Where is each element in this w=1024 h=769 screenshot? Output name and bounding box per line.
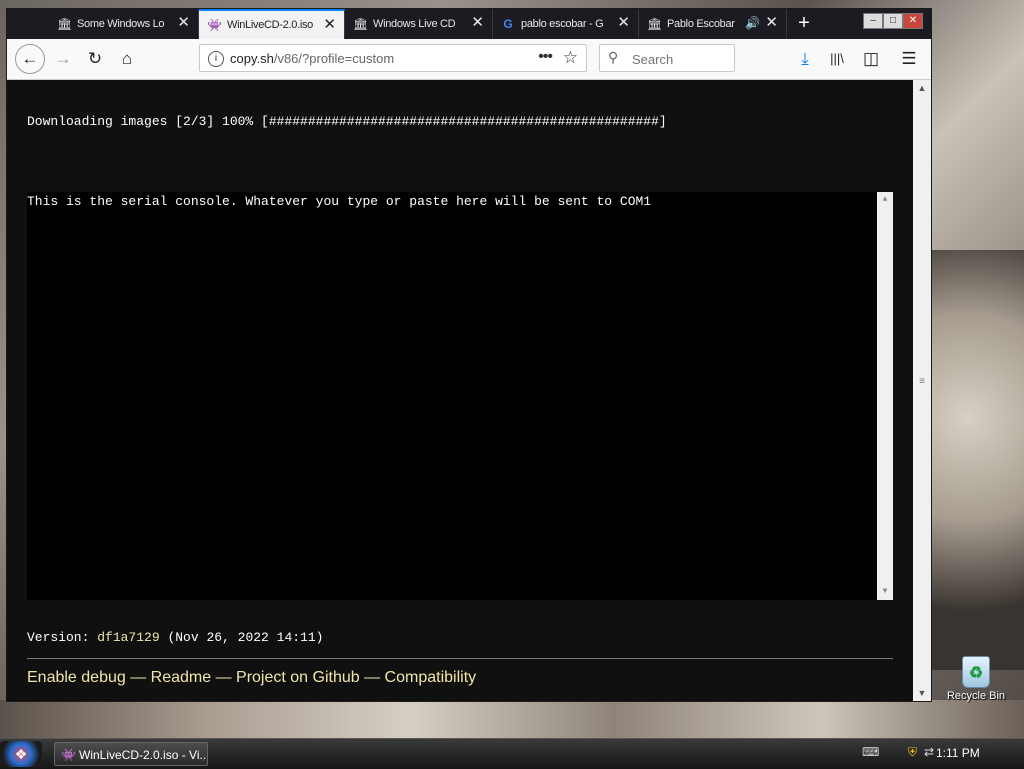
speaker-icon[interactable]: 🔊 bbox=[745, 16, 760, 30]
divider bbox=[27, 658, 893, 659]
version-line: Version: df1a7129 (Nov 26, 2022 14:11) bbox=[27, 630, 323, 645]
tab-windows-live-cd[interactable]: 🏛 Windows Live CD ✕ bbox=[345, 9, 493, 39]
bookmark-star-icon[interactable]: ☆ bbox=[563, 48, 578, 68]
link-separator: — bbox=[359, 669, 385, 686]
close-icon[interactable]: ✕ bbox=[765, 15, 778, 31]
tab-label: Windows Live CD bbox=[373, 18, 456, 30]
close-window-button[interactable]: ✕ bbox=[903, 13, 923, 29]
link-separator: — bbox=[211, 669, 237, 686]
taskbar-task-winlivecd[interactable]: 👾 WinLiveCD-2.0.iso - Vi... bbox=[54, 742, 208, 766]
search-box[interactable]: ⚲ bbox=[599, 44, 735, 72]
close-icon[interactable]: ✕ bbox=[617, 15, 630, 31]
recycle-bin-icon: ♻ bbox=[962, 656, 990, 688]
tab-label: pablo escobar - G bbox=[521, 18, 604, 30]
tab-label: Pablo Escobar bbox=[667, 18, 735, 30]
readme-link[interactable]: Readme bbox=[151, 669, 211, 686]
home-button[interactable]: ⌂ bbox=[115, 47, 139, 71]
start-button[interactable]: ❖ bbox=[0, 741, 42, 767]
back-button[interactable]: ← bbox=[15, 44, 45, 74]
museum-icon: 🏛 bbox=[647, 17, 663, 31]
address-bar[interactable]: i copy.sh/v86/?profile=custom ••• ☆ bbox=[199, 44, 587, 72]
clock[interactable]: 1:11 PM bbox=[936, 746, 980, 760]
scroll-down-icon[interactable]: ▼ bbox=[913, 685, 931, 701]
version-label: Version: bbox=[27, 630, 98, 645]
tab-strip: 🏛 Some Windows Lo ✕ 👾 WinLiveCD-2.0.iso … bbox=[7, 9, 931, 39]
version-date: (Nov 26, 2022 14:11) bbox=[159, 630, 324, 645]
search-icon: ⚲ bbox=[608, 49, 619, 65]
new-tab-button[interactable]: + bbox=[791, 11, 817, 37]
info-icon[interactable]: i bbox=[208, 51, 224, 67]
scrollbar-grip[interactable]: ≡ bbox=[917, 377, 927, 387]
tab-some-windows[interactable]: 🏛 Some Windows Lo ✕ bbox=[49, 9, 199, 39]
library-icon[interactable]: |||\ bbox=[825, 47, 849, 71]
scroll-up-icon[interactable]: ▲ bbox=[913, 80, 931, 96]
link-separator: — bbox=[125, 669, 151, 686]
close-icon[interactable]: ✕ bbox=[177, 15, 190, 31]
recycle-bin-shortcut[interactable]: ♻ Recycle Bin bbox=[946, 656, 1006, 702]
museum-icon: 🏛 bbox=[353, 17, 369, 31]
github-link[interactable]: Project on Github bbox=[236, 669, 360, 686]
v86-icon: 👾 bbox=[207, 18, 222, 32]
enable-debug-link[interactable]: Enable debug bbox=[27, 669, 126, 686]
tab-label: Some Windows Lo bbox=[77, 18, 165, 30]
download-icon[interactable]: ⤓ bbox=[793, 47, 817, 71]
sidebar-icon[interactable]: ◫ bbox=[859, 47, 883, 71]
close-icon[interactable]: ✕ bbox=[323, 17, 336, 33]
network-icon[interactable]: ⇄ bbox=[924, 745, 934, 759]
forward-button[interactable]: → bbox=[51, 47, 75, 71]
museum-icon: 🏛 bbox=[57, 17, 73, 31]
google-icon: G bbox=[503, 17, 513, 31]
scroll-down-icon[interactable]: ▼ bbox=[877, 584, 893, 600]
close-icon[interactable]: ✕ bbox=[471, 15, 484, 31]
tab-pablo-escobar-google[interactable]: G pablo escobar - G ✕ bbox=[493, 9, 639, 39]
taskbar: ❖ 👾 WinLiveCD-2.0.iso - Vi... ⌨ ⛨ ⇄ 1:11… bbox=[0, 738, 1024, 769]
browser-window: 🏛 Some Windows Lo ✕ 👾 WinLiveCD-2.0.iso … bbox=[6, 8, 932, 702]
menu-icon[interactable]: ☰ bbox=[897, 47, 921, 71]
windows-logo-icon: ❖ bbox=[14, 746, 28, 762]
maximize-button[interactable]: □ bbox=[883, 13, 903, 29]
keyboard-icon[interactable]: ⌨ bbox=[862, 745, 879, 759]
reload-button[interactable]: ↻ bbox=[83, 47, 107, 71]
compatibility-link[interactable]: Compatibility bbox=[385, 669, 477, 686]
url-path: /v86/?profile=custom bbox=[273, 51, 395, 66]
search-input[interactable] bbox=[630, 49, 730, 69]
url-host: copy.sh bbox=[230, 51, 274, 66]
v86-icon: 👾 bbox=[61, 748, 76, 762]
page-actions-icon[interactable]: ••• bbox=[538, 48, 553, 66]
download-status: Downloading images [2/3] 100% [#########… bbox=[27, 114, 667, 129]
tab-pablo-escobar[interactable]: 🏛 Pablo Escobar 🔊 ✕ bbox=[639, 9, 787, 39]
version-hash: df1a7129 bbox=[97, 630, 160, 645]
task-label: WinLiveCD-2.0.iso - Vi... bbox=[79, 748, 208, 762]
serial-console[interactable]: This is the serial console. Whatever you… bbox=[27, 192, 893, 600]
desktop-wallpaper bbox=[930, 250, 1024, 670]
minimize-button[interactable]: – bbox=[863, 13, 883, 29]
nav-toolbar: ← → ↻ ⌂ i copy.sh/v86/?profile=custom ••… bbox=[7, 39, 931, 80]
url-text[interactable]: copy.sh/v86/?profile=custom bbox=[230, 51, 394, 66]
console-message: This is the serial console. Whatever you… bbox=[27, 194, 652, 209]
footer-links: Enable debug — Readme — Project on Githu… bbox=[27, 669, 476, 687]
tab-label: WinLiveCD-2.0.iso bbox=[227, 19, 313, 31]
scroll-up-icon[interactable]: ▲ bbox=[877, 192, 893, 208]
console-scrollbar[interactable]: ▲ ▼ bbox=[877, 192, 893, 600]
recycle-bin-label: Recycle Bin bbox=[946, 690, 1006, 702]
page-content: Downloading images [2/3] 100% [#########… bbox=[7, 80, 913, 701]
tab-winlivecd[interactable]: 👾 WinLiveCD-2.0.iso ✕ bbox=[199, 9, 345, 39]
desktop-wallpaper-strip bbox=[0, 700, 1024, 740]
page-scrollbar[interactable]: ▲ ≡ ▼ bbox=[913, 80, 931, 701]
security-shield-icon[interactable]: ⛨ bbox=[908, 745, 917, 760]
